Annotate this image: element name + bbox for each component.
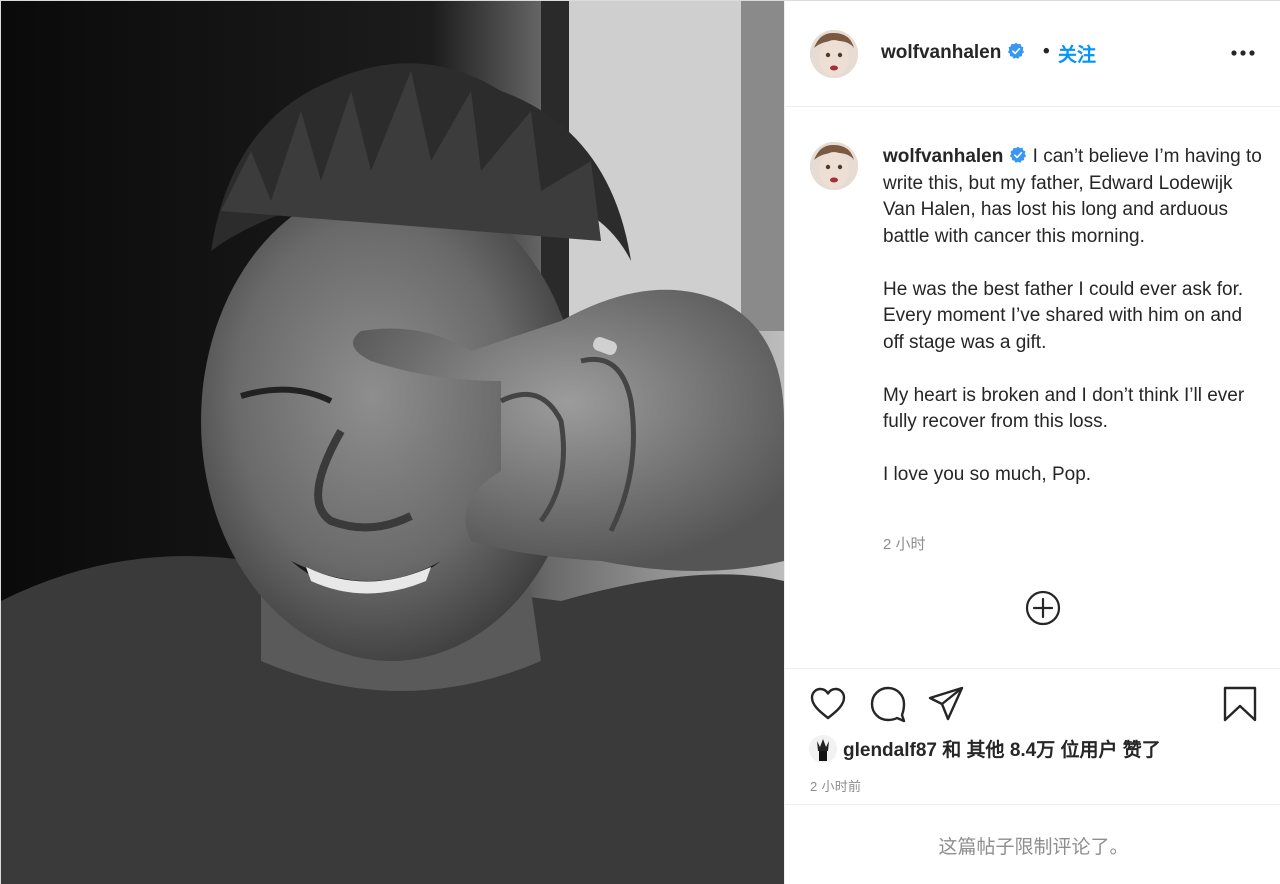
author-avatar[interactable] (810, 30, 858, 78)
author-username-text[interactable]: wolfvanhalen (881, 42, 1001, 63)
post-actions: glendalf87 和 其他 8.4万 位用户 赞了 2 小时前 这篇帖子限制… (785, 668, 1280, 884)
post-photo-image (1, 1, 784, 884)
share-icon[interactable] (927, 685, 965, 723)
author-username[interactable]: wolfvanhalen (881, 42, 1025, 64)
verified-badge-icon (1010, 146, 1027, 163)
header-separator: • (1043, 41, 1050, 62)
caption-avatar-image (810, 142, 858, 190)
likes-summary: glendalf87 和 其他 8.4万 位用户 赞了 (809, 735, 1161, 765)
caption-paragraph-4: I love you so much, Pop. (883, 464, 1092, 485)
liker-avatar-image (809, 735, 837, 763)
likes-and-text: 和 (936, 740, 967, 761)
liker-username[interactable]: glendalf87 (843, 740, 937, 761)
likes-liked-text: 赞了 (1117, 740, 1161, 761)
author-avatar-image (810, 30, 858, 78)
instagram-post: wolfvanhalen • 关注 wolfvanhalen I can’t b… (0, 0, 1280, 884)
post-header: wolfvanhalen • 关注 (785, 1, 1280, 107)
caption-paragraph-3: My heart is broken and I don’t think I’l… (883, 384, 1245, 433)
load-more-comments-icon[interactable] (1025, 590, 1061, 626)
caption-paragraph-2: He was the best father I could ever ask … (883, 278, 1244, 353)
caption-paragraph-1: wolfvanhalen I can’t believe I’m having … (883, 144, 1263, 250)
heart-icon[interactable] (809, 685, 847, 723)
verified-badge-icon (1008, 42, 1025, 59)
comments-restricted-notice: 这篇帖子限制评论了。 (785, 804, 1280, 884)
bookmark-icon[interactable] (1221, 685, 1259, 723)
follow-button[interactable]: 关注 (1058, 40, 1096, 67)
caption-author-avatar[interactable] (810, 142, 858, 190)
liker-avatar[interactable] (809, 735, 837, 763)
comment-icon[interactable] (869, 685, 907, 723)
post-caption: wolfvanhalen I can’t believe I’m having … (883, 144, 1263, 515)
more-options-icon[interactable] (1230, 43, 1256, 63)
likes-others-link[interactable]: 其他 8.4万 位用户 (967, 740, 1118, 761)
caption-username[interactable]: wolfvanhalen (883, 146, 1003, 167)
caption-timestamp[interactable]: 2 小时 (883, 533, 926, 554)
post-photo[interactable] (1, 1, 784, 884)
caption-area: wolfvanhalen I can’t believe I’m having … (785, 108, 1280, 668)
post-timestamp[interactable]: 2 小时前 (810, 776, 861, 795)
post-side-panel: wolfvanhalen • 关注 wolfvanhalen I can’t b… (784, 1, 1280, 884)
